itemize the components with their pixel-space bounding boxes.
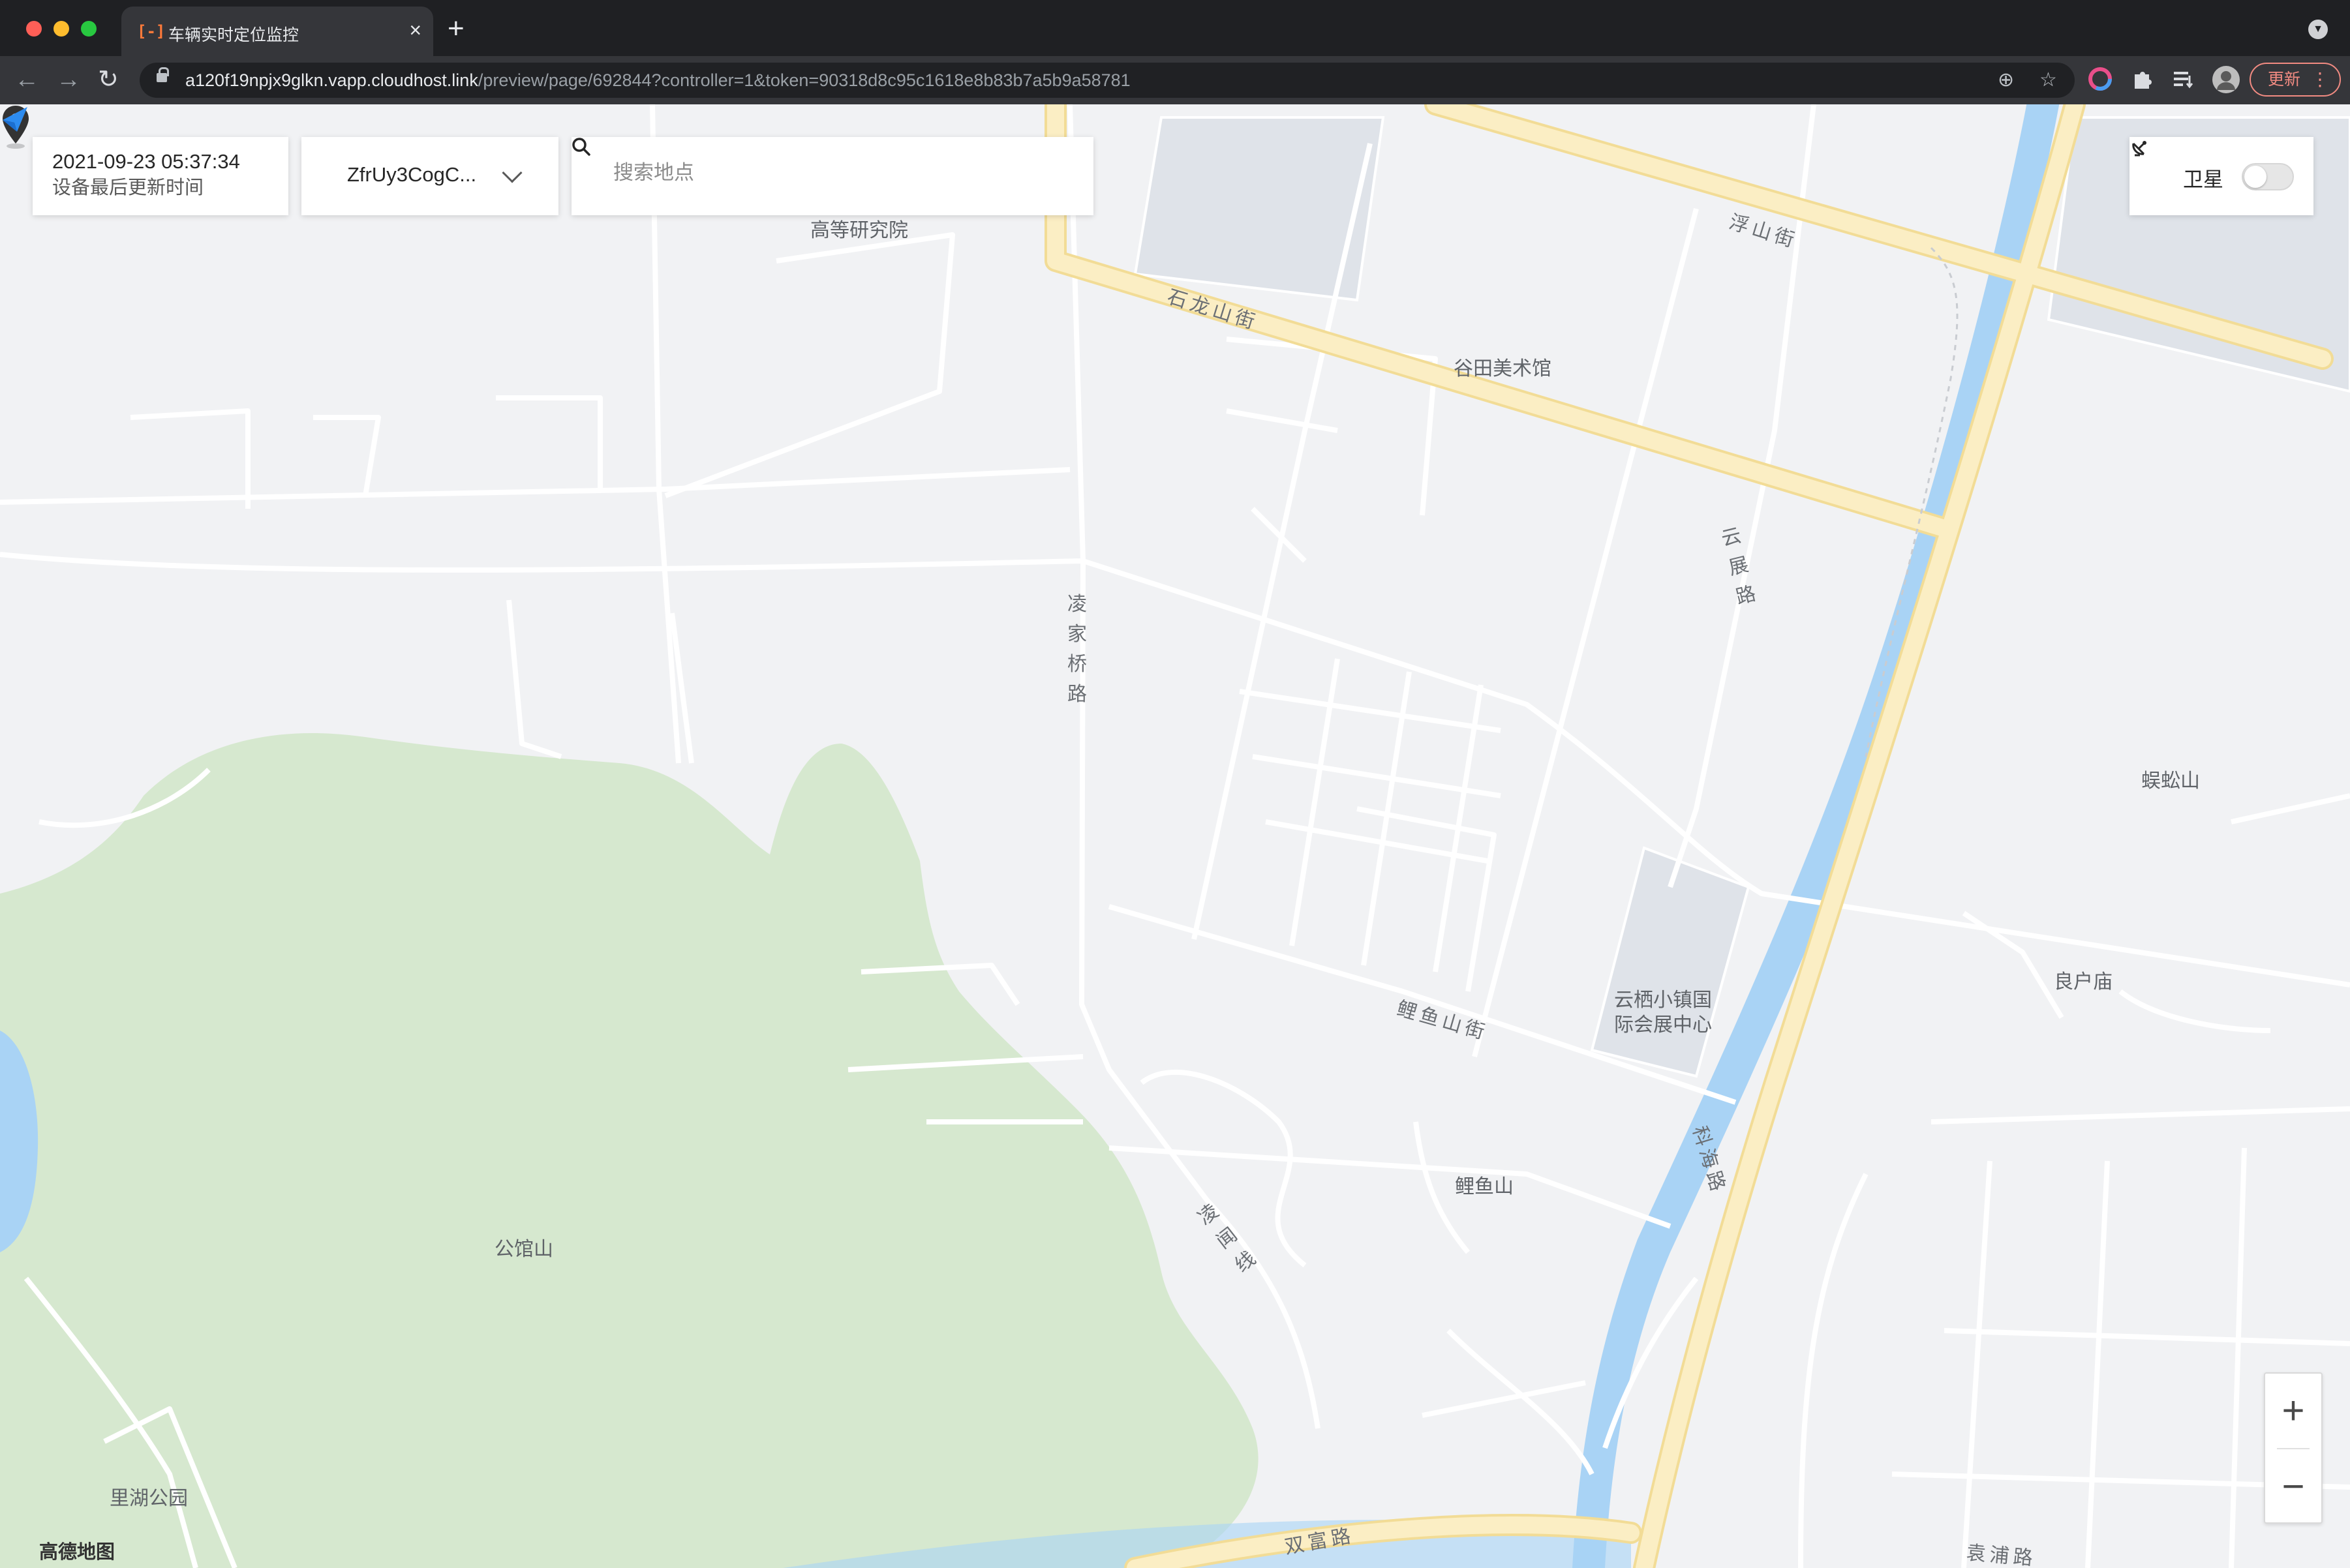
browser-tab[interactable]: [-] 车辆实时定位监控 × xyxy=(121,7,433,56)
canal xyxy=(1572,104,2060,1568)
window-close-button[interactable] xyxy=(26,21,42,37)
zoom-control: + − xyxy=(2264,1372,2323,1524)
update-button[interactable]: 更新 ⋮ xyxy=(2250,63,2341,97)
device-last-update-time: 2021-09-23 05:37:34 xyxy=(52,150,240,173)
device-last-update-label: 设备最后更新时间 xyxy=(52,177,204,198)
amap-logo-text: 高德地图 xyxy=(39,1542,115,1563)
new-tab-button[interactable]: + xyxy=(448,14,465,43)
tab-title: 车辆实时定位监控 xyxy=(168,26,299,44)
back-button[interactable]: ← xyxy=(14,65,39,94)
tab-favicon-icon: [-] xyxy=(137,22,166,40)
satellite-dish-icon xyxy=(2132,141,2146,157)
window-maximize-button[interactable] xyxy=(81,21,97,37)
search-icon[interactable] xyxy=(572,137,591,157)
road-label-char: 家 xyxy=(1067,624,1087,645)
zoom-in-button[interactable]: + xyxy=(2265,1374,2321,1448)
map-canvas[interactable]: 高等研究院 谷田美术馆 蜈蚣山 良户庙 云栖小镇国 际会展中心 鲤鱼山 公馆山 … xyxy=(0,104,2350,1568)
device-select[interactable]: ZfrUy3CogC... xyxy=(301,137,558,215)
place-label: 际会展中心 xyxy=(1614,1014,1712,1036)
device-time-card: 2021-09-23 05:37:34 设备最后更新时间 xyxy=(33,137,288,215)
browser-toolbar: ← → ↻ a120f19npjx9glkn.vapp.cloudhost.li… xyxy=(0,56,2350,104)
reading-list-icon[interactable] xyxy=(2171,67,2196,91)
satellite-toggle-card: 卫星 xyxy=(2129,137,2313,215)
zoom-lens-icon[interactable]: ⊕ xyxy=(1998,67,2014,94)
zoom-out-button[interactable]: − xyxy=(2265,1449,2321,1524)
road-label: 袁浦路 xyxy=(1965,1542,2037,1568)
place-label: 高等研究院 xyxy=(810,220,908,241)
place-label: 鲤鱼山 xyxy=(1455,1176,1514,1198)
extensions-puzzle-icon[interactable] xyxy=(2129,67,2154,91)
menu-dots-icon: ⋮ xyxy=(2311,69,2329,89)
color-extension-icon[interactable] xyxy=(2088,67,2113,91)
forward-button[interactable]: → xyxy=(56,65,81,94)
park-area xyxy=(0,733,1259,1568)
address-bar[interactable]: a120f19npjx9glkn.vapp.cloudhost.link/pre… xyxy=(140,63,2075,98)
reload-button[interactable]: ↻ xyxy=(98,65,119,94)
map-base-layer xyxy=(0,104,2350,1568)
chevron-down-icon xyxy=(502,162,523,183)
satellite-switch[interactable] xyxy=(2242,163,2294,190)
tab-search-chevron-icon[interactable]: ▼ xyxy=(2308,20,2328,39)
lock-icon xyxy=(157,67,169,82)
place-label: 里湖公园 xyxy=(110,1488,188,1509)
update-label: 更新 xyxy=(2268,70,2301,89)
satellite-switch-knob xyxy=(2244,166,2266,188)
place-search-input[interactable] xyxy=(612,160,1003,185)
window-minimize-button[interactable] xyxy=(53,21,69,37)
road-label-char: 凌 xyxy=(1067,594,1087,615)
road-label-char: 路 xyxy=(1067,684,1087,705)
browser-tab-bar: [-] 车辆实时定位监控 × + ▼ xyxy=(0,0,2350,56)
road-label-vertical: 凌 家 桥 路 xyxy=(1066,590,1088,710)
tab-close-icon[interactable]: × xyxy=(409,18,421,42)
road-label-char: 桥 xyxy=(1067,654,1087,675)
place-search-box[interactable] xyxy=(572,137,1093,215)
url-path: /preview/page/692844?controller=1&token=… xyxy=(478,70,1131,90)
url-text[interactable]: a120f19npjx9glkn.vapp.cloudhost.link/pre… xyxy=(185,70,1131,91)
bookmark-star-icon[interactable]: ☆ xyxy=(2039,67,2057,94)
place-label: 公馆山 xyxy=(495,1239,553,1260)
place-label: 良户庙 xyxy=(2054,971,2113,993)
url-host: a120f19npjx9glkn.vapp.cloudhost.link xyxy=(185,70,478,90)
place-label: 谷田美术馆 xyxy=(1454,358,1551,380)
amap-logo-icon[interactable] xyxy=(0,104,30,134)
profile-avatar[interactable] xyxy=(2212,65,2240,94)
satellite-label: 卫星 xyxy=(2183,168,2223,191)
place-label: 蜈蚣山 xyxy=(2141,770,2200,792)
device-select-value: ZfrUy3CogC... xyxy=(347,163,477,186)
